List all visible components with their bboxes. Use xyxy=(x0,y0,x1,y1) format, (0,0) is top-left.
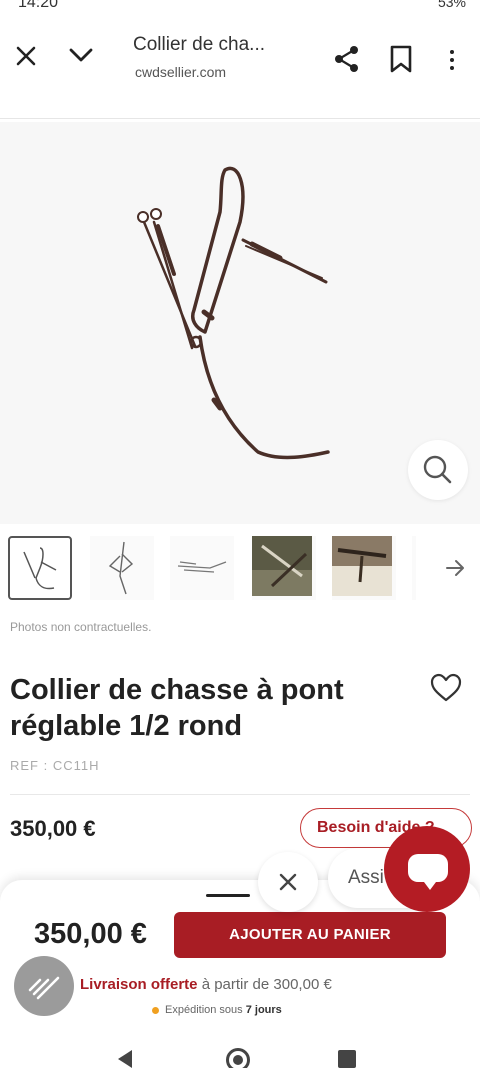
close-icon xyxy=(279,873,297,891)
chat-close-button[interactable] xyxy=(258,852,318,912)
chevron-down-icon xyxy=(69,48,93,62)
thumbnail-1[interactable] xyxy=(8,536,72,600)
thumbnail-2[interactable] xyxy=(90,536,154,600)
expand-button[interactable] xyxy=(66,40,96,70)
header-divider xyxy=(0,118,480,119)
next-thumbnails-button[interactable] xyxy=(440,548,470,588)
close-icon xyxy=(16,46,36,66)
expedition-prefix: Expédition sous xyxy=(165,1004,246,1016)
tab-title: Collier de cha... xyxy=(133,34,266,55)
bookmark-icon xyxy=(390,45,412,73)
content-divider xyxy=(10,794,470,795)
product-reference: REF : CC11H xyxy=(10,758,100,773)
chat-launcher-button[interactable] xyxy=(384,826,470,912)
thumbnail-5-image xyxy=(332,536,392,596)
tab-url: cwdsellier.com xyxy=(135,64,227,80)
expedition-info: Expédition sous 7 jours xyxy=(152,1004,282,1016)
system-nav-bar xyxy=(0,1028,480,1068)
shipping-icon xyxy=(14,956,74,1016)
arrow-right-icon xyxy=(446,560,464,576)
thumbnail-strip xyxy=(0,536,480,606)
status-bar: 14:20 53% xyxy=(0,0,480,14)
shipping-glyph xyxy=(28,976,60,1000)
share-button[interactable] xyxy=(332,44,362,74)
thumbnail-3[interactable] xyxy=(170,536,234,600)
delivery-highlight: Livraison offerte xyxy=(80,976,198,993)
product-title: Collier de chasse à pont réglable 1/2 ro… xyxy=(10,674,344,742)
status-dot xyxy=(152,1006,159,1014)
browser-toolbar: Collier de cha... cwdsellier.com xyxy=(0,14,480,100)
status-battery: 53% xyxy=(437,0,466,10)
delivery-threshold: à partir de 300,00 € xyxy=(197,976,332,993)
expedition-days: 7 jours xyxy=(245,1004,282,1016)
thumbnail-4-image xyxy=(252,536,312,596)
drag-handle[interactable] xyxy=(206,894,250,897)
favorite-button[interactable] xyxy=(428,672,464,704)
home-icon[interactable] xyxy=(226,1048,250,1068)
back-icon[interactable] xyxy=(118,1050,132,1068)
thumbnail-1-image xyxy=(23,547,57,590)
sticky-price: 350,00 € xyxy=(34,918,147,950)
thumbnail-3-image xyxy=(177,561,227,573)
status-time: 14:20 xyxy=(18,0,59,11)
thumbnail-5[interactable] xyxy=(332,536,396,600)
recents-icon[interactable] xyxy=(338,1050,356,1068)
more-vert-icon[interactable] xyxy=(444,44,460,74)
zoom-icon xyxy=(423,455,452,484)
thumbnail-6-partial[interactable] xyxy=(412,536,416,600)
product-price: 350,00 € xyxy=(10,816,96,841)
close-tab-button[interactable] xyxy=(12,42,40,70)
delivery-info: Livraison offerte à partir de 300,00 € xyxy=(80,976,332,993)
thumbnail-2-image xyxy=(108,541,134,595)
thumbnail-4[interactable] xyxy=(252,536,316,600)
add-to-cart-button[interactable]: AJOUTER AU PANIER xyxy=(174,912,446,958)
page: 14:20 53% Collier de cha... cwdsellier.c… xyxy=(0,0,480,1068)
bookmark-button[interactable] xyxy=(388,44,414,74)
chat-icon xyxy=(408,854,448,890)
zoom-button[interactable] xyxy=(408,440,468,500)
photos-disclaimer: Photos non contractuelles. xyxy=(10,620,152,634)
share-icon xyxy=(335,46,358,72)
heart-icon xyxy=(430,673,462,702)
